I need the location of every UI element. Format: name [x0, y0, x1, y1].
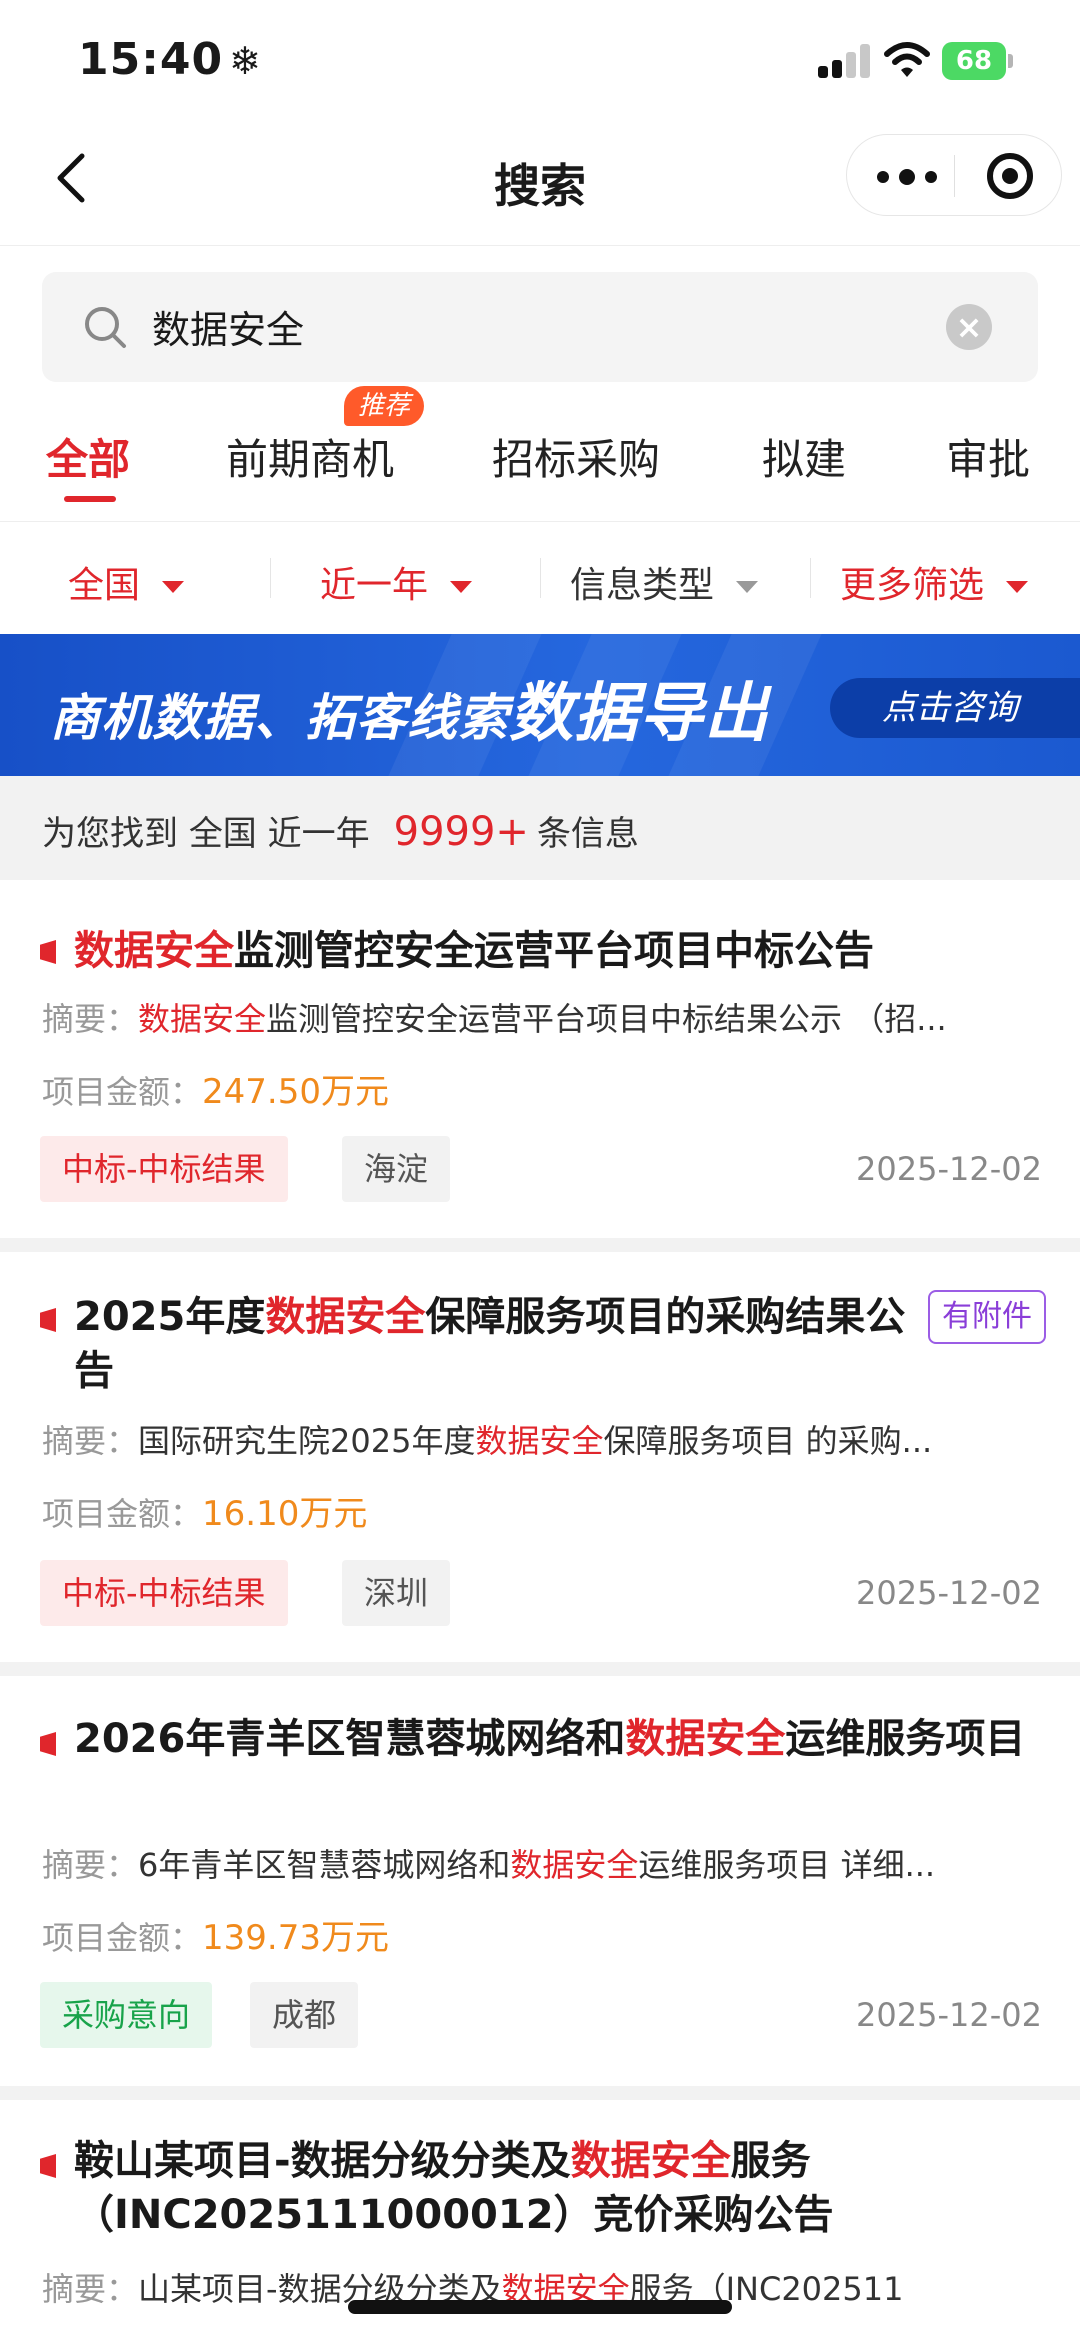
filter-period[interactable]: 近一年: [320, 556, 473, 608]
result-card[interactable]: 2026年青羊区智慧蓉城网络和数据安全运维服务项目 摘要：6年青羊区智慧蓉城网络…: [0, 1676, 1080, 2086]
status-time: 15:40 ❄: [78, 34, 262, 85]
tab-tender-procurement[interactable]: 招标采购: [492, 426, 660, 487]
tab-approval[interactable]: 审批: [946, 426, 1030, 487]
filter-more[interactable]: 更多筛选: [840, 556, 1029, 608]
clear-icon[interactable]: ×: [946, 304, 992, 350]
result-card[interactable]: 2025年度数据安全保障服务项目的采购结果公告 有附件 摘要：国际研究生院202…: [0, 1252, 1080, 1662]
result-date: 2025-12-02: [856, 1996, 1042, 2034]
filter-more-label: 更多筛选: [840, 565, 985, 606]
filter-region[interactable]: 全国: [68, 556, 185, 608]
search-bar: ×: [42, 272, 1038, 382]
result-title[interactable]: 鞍山某项目-数据分级分类及数据安全服务（INC2025111000012）竞价采…: [74, 2134, 1034, 2242]
filter-divider: [810, 558, 811, 598]
result-amount: 项目金额：139.73万元: [42, 1918, 389, 1958]
close-miniprogram-icon[interactable]: [987, 153, 1033, 199]
filter-info-type[interactable]: 信息类型: [570, 556, 759, 608]
type-tag: 采购意向: [40, 1982, 213, 2048]
region-tag: 海淀: [342, 1136, 451, 1202]
summary-period: 近一年: [267, 814, 370, 854]
banner-text: 商机数据、拓客线索数据导出: [50, 662, 769, 754]
battery-icon: 68: [942, 42, 1006, 80]
filter-divider: [270, 558, 271, 598]
more-icon[interactable]: [877, 157, 937, 197]
tab-planned[interactable]: 拟建: [762, 426, 846, 487]
result-date: 2025-12-02: [856, 1150, 1042, 1188]
result-summary: 摘要：国际研究生院2025年度数据安全保障服务项目 的采购...: [42, 1422, 933, 1460]
tab-early-opportunities[interactable]: 前期商机: [226, 426, 394, 487]
result-summary: 摘要：数据安全监测管控安全运营平台项目中标结果公示 （招...: [42, 1000, 947, 1038]
filter-divider: [540, 558, 541, 598]
wifi-icon: [884, 42, 930, 77]
clock: 15:40: [78, 34, 224, 85]
category-tabs: 全部 前期商机 推荐 招标采购 拟建 审批: [0, 386, 1080, 522]
flag-icon: [40, 2154, 56, 2178]
capsule-divider: [954, 155, 955, 197]
tab-active-indicator: [64, 496, 116, 502]
tab-all[interactable]: 全部: [46, 426, 130, 487]
home-indicator: [348, 2300, 732, 2314]
summary-prefix: 为您找到: [42, 814, 178, 854]
filter-region-label: 全国: [68, 565, 141, 606]
card-divider: [0, 2086, 1080, 2100]
result-date: 2025-12-02: [856, 1574, 1042, 1612]
summary-region: 全国: [188, 814, 257, 854]
recommend-badge: 推荐: [344, 386, 425, 426]
banner-text-small: 商机数据、拓客线索: [50, 689, 509, 747]
result-title[interactable]: 数据安全监测管控安全运营平台项目中标公告: [74, 924, 1034, 978]
result-amount: 项目金额：247.50万元: [42, 1072, 389, 1112]
search-input[interactable]: [152, 296, 932, 356]
banner-text-big: 数据导出: [509, 677, 769, 751]
caret-down-icon: [736, 581, 759, 593]
result-count: 9999+: [393, 809, 529, 855]
battery-tip: [1008, 54, 1013, 68]
filter-bar: 全国 近一年 信息类型 更多筛选: [0, 522, 1080, 634]
result-summary: 摘要：6年青羊区智慧蓉城网络和数据安全运维服务项目 详细...: [42, 1846, 936, 1884]
results-summary: 为您找到 全国 近一年 9999+ 条信息: [0, 776, 1080, 880]
snowflake-icon: ❄: [229, 39, 262, 83]
caret-down-icon: [1006, 581, 1029, 593]
results-summary-text: 为您找到 全国 近一年 9999+ 条信息: [42, 806, 639, 855]
summary-suffix: 条信息: [536, 814, 639, 854]
export-banner[interactable]: 商机数据、拓客线索数据导出 点击咨询: [0, 634, 1080, 776]
mini-program-capsule: [846, 134, 1062, 216]
caret-down-icon: [162, 581, 185, 593]
search-icon: [85, 307, 126, 348]
result-title[interactable]: 2026年青羊区智慧蓉城网络和数据安全运维服务项目: [74, 1712, 1034, 1766]
flag-icon: [40, 1308, 56, 1332]
attachment-badge: 有附件: [928, 1290, 1046, 1344]
card-divider: [0, 1238, 1080, 1252]
region-tag: 成都: [250, 1982, 359, 2048]
flag-icon: [40, 1732, 56, 1756]
result-title[interactable]: 2025年度数据安全保障服务项目的采购结果公告: [74, 1290, 914, 1398]
result-card[interactable]: 数据安全监测管控安全运营平台项目中标公告 摘要：数据安全监测管控安全运营平台项目…: [0, 880, 1080, 1238]
type-tag: 中标-中标结果: [40, 1136, 288, 1202]
filter-period-label: 近一年: [320, 565, 429, 606]
type-tag: 中标-中标结果: [40, 1560, 288, 1626]
region-tag: 深圳: [342, 1560, 451, 1626]
cellular-signal-icon: [818, 44, 872, 78]
consult-button[interactable]: 点击咨询: [830, 678, 1080, 738]
filter-info-type-label: 信息类型: [570, 565, 715, 606]
caret-down-icon: [450, 581, 473, 593]
card-divider: [0, 1662, 1080, 1676]
nav-bar: 搜索: [0, 120, 1080, 246]
status-bar: 15:40 ❄ 68: [0, 0, 1080, 120]
flag-icon: [40, 940, 56, 964]
result-amount: 项目金额：16.10万元: [42, 1494, 368, 1534]
